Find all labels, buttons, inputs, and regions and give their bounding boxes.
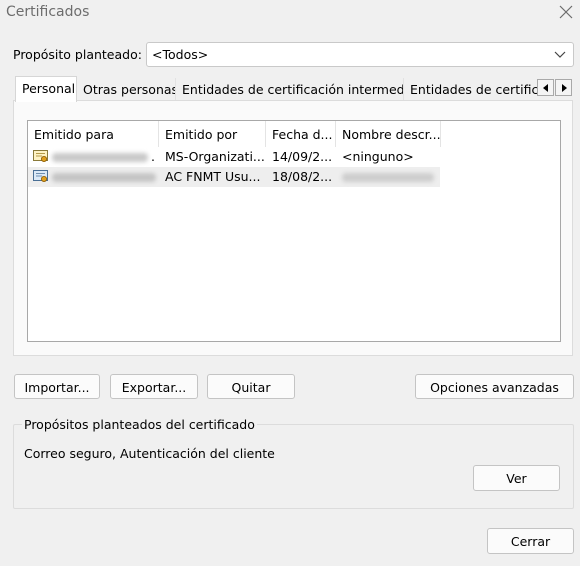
tab-label: Entidades de certificación raíz de confi… (410, 82, 537, 97)
table-row[interactable]: AC FNMT Usu... 18/08/2... (28, 167, 440, 187)
date-cell: 18/08/2... (272, 169, 333, 184)
tab-scroll-right-button[interactable] (555, 79, 572, 96)
column-friendly-name[interactable]: Nombre descr... (336, 121, 441, 147)
issued-by-cell: MS-Organizati... (165, 149, 265, 164)
purpose-select[interactable]: <Todos> (146, 42, 574, 67)
certificate-icon (33, 170, 48, 182)
arrow-right-icon (562, 84, 567, 92)
view-button[interactable]: Ver (473, 465, 560, 491)
tab-label: Entidades de certificación intermedias (182, 82, 404, 97)
column-expiration-date[interactable]: Fecha d... (266, 121, 336, 147)
certificate-icon (33, 150, 48, 162)
date-cell: 14/09/2... (272, 149, 333, 164)
certificate-purposes-title: Propósitos planteados del certificado (22, 417, 257, 432)
issued-by-cell: AC FNMT Usu... (165, 169, 261, 184)
window-title: Certificados (6, 4, 90, 20)
tab-other-people[interactable]: Otras personas (76, 78, 176, 101)
friendly-name-redacted (342, 173, 434, 182)
close-dialog-button[interactable]: Cerrar (487, 528, 574, 554)
close-icon (559, 5, 573, 19)
tab-label: Otras personas (83, 82, 176, 97)
tab-label: Personal (22, 81, 76, 96)
tab-root-cas[interactable]: Entidades de certificación raíz de confi… (403, 78, 537, 101)
column-issued-by[interactable]: Emitido por (159, 121, 266, 147)
chevron-down-icon (554, 51, 566, 58)
certificate-purposes-text: Correo seguro, Autenticación del cliente (24, 446, 275, 461)
issued-to-redacted (52, 153, 148, 162)
purpose-label: Propósito planteado: (13, 47, 142, 62)
certificate-list[interactable]: Emitido para Emitido por Fecha d... Nomb… (27, 120, 561, 342)
export-button[interactable]: Exportar... (110, 374, 198, 399)
tab-intermediate-cas[interactable]: Entidades de certificación intermedias (175, 78, 404, 101)
column-issued-to[interactable]: Emitido para (28, 121, 159, 147)
friendly-name-cell: <ninguno> (342, 149, 414, 164)
close-button[interactable] (556, 2, 576, 22)
issued-to-redacted (52, 173, 156, 182)
purpose-select-value: <Todos> (152, 47, 209, 62)
arrow-left-icon (543, 84, 548, 92)
table-row[interactable]: . MS-Organizati... 14/09/2... <ninguno> (28, 147, 440, 167)
advanced-options-button[interactable]: Opciones avanzadas (415, 374, 574, 399)
import-button[interactable]: Importar... (14, 374, 100, 399)
issued-to-trailing: . (151, 149, 155, 164)
tab-scroll-left-button[interactable] (537, 79, 554, 96)
tab-personal[interactable]: Personal (15, 76, 77, 102)
remove-button[interactable]: Quitar (207, 374, 295, 399)
